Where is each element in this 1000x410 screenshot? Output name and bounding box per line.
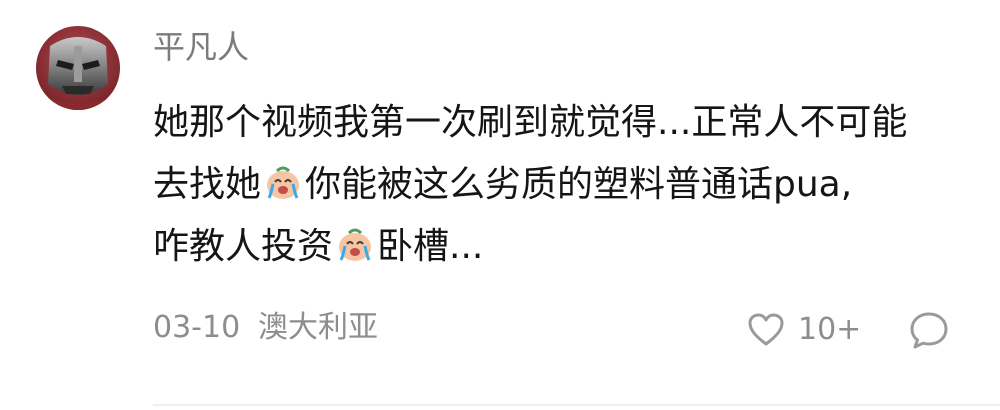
avatar[interactable]: [36, 26, 120, 110]
comment-line-2: 去找她 你能被这么劣质的塑料普通话pua,: [153, 154, 973, 216]
like-button[interactable]: 10+: [746, 308, 861, 352]
comment-line-1: 她那个视频我第一次刷到就觉得...正常人不可能: [153, 92, 973, 154]
comment-text: 去找她: [153, 164, 262, 205]
comment-body: 她那个视频我第一次刷到就觉得...正常人不可能 去找她 你能被这么劣质的塑料普通…: [153, 92, 973, 278]
comment-text: 你能被这么劣质的塑料普通话pua,: [305, 164, 853, 205]
comment-text: 她那个视频我第一次刷到就觉得...正常人不可能: [153, 102, 908, 143]
comment-line-3: 咋教人投资 卧槽...: [153, 216, 973, 278]
comment-text: 卧槽...: [377, 226, 484, 267]
username[interactable]: 平凡人: [153, 27, 249, 67]
comment-text: 咋教人投资: [153, 226, 334, 267]
comment-item: 平凡人 她那个视频我第一次刷到就觉得...正常人不可能 去找她 你能被这么劣质的…: [0, 0, 1000, 410]
crying-face-icon: [339, 228, 372, 261]
like-count: 10+: [798, 312, 862, 347]
heart-icon: [748, 313, 784, 346]
comment-bubble-icon: [910, 312, 948, 349]
comment-location: 澳大利亚: [258, 310, 378, 345]
divider: [153, 404, 1000, 406]
comment-date: 03-10: [153, 310, 241, 345]
crying-face-icon: [267, 166, 300, 199]
iron-man-helmet-avatar-icon: [36, 26, 120, 110]
reply-button[interactable]: [907, 308, 951, 352]
